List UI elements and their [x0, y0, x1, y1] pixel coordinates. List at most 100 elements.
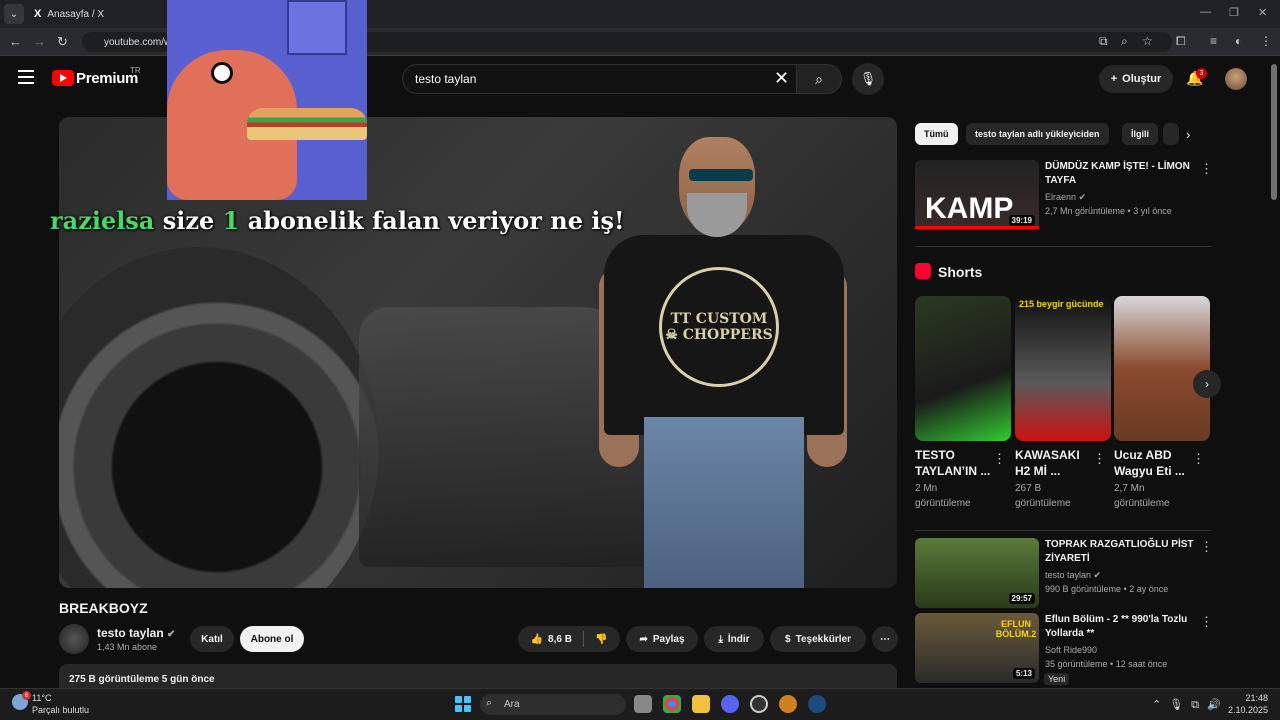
browser-tab[interactable]: X Anasayfa / X — [28, 0, 178, 28]
chip-all[interactable]: Tümü — [915, 123, 958, 145]
app-icon[interactable] — [779, 695, 797, 713]
close-window-icon[interactable]: ✕ — [1258, 6, 1267, 19]
notification-badge: 3 — [1196, 68, 1207, 79]
windows-start-icon[interactable] — [455, 696, 471, 712]
back-icon[interactable]: ← — [9, 34, 22, 49]
shorts-next-button[interactable]: › — [1193, 370, 1221, 398]
like-dislike-group: 👍 8,6 B 👎 — [518, 626, 620, 652]
related-channel[interactable]: Soft Ride990 — [1045, 643, 1097, 658]
short-views: 2,7 Mn görüntüleme — [1114, 481, 1170, 511]
video-duration: 29:57 — [1008, 593, 1035, 604]
alert-text-1: size — [162, 206, 215, 235]
zoom-icon[interactable]: ⌕ — [1121, 34, 1128, 49]
short-title[interactable]: Ucuz ABD Wagyu Eti ... — [1114, 447, 1194, 479]
related-channel[interactable]: Elraenn ✔ — [1045, 190, 1086, 205]
more-options-icon[interactable]: ⋮ — [1200, 161, 1213, 177]
join-button[interactable]: Katıl — [190, 626, 234, 652]
minimize-icon[interactable]: — — [1200, 6, 1211, 18]
channel-name[interactable]: testo taylan ✔ — [97, 626, 175, 640]
picture-frame — [287, 0, 347, 55]
related-title[interactable]: TOPRAK RAZGATLIOĞLU PİST ZİYARETİ — [1045, 538, 1195, 566]
clock-date: 2.10.2025 — [1228, 705, 1269, 715]
like-count[interactable]: 8,6 B — [548, 634, 572, 645]
short-title[interactable]: TESTO TAYLAN’IN ... — [915, 447, 995, 479]
related-meta: 2,7 Mn görüntüleme • 3 yıl önce — [1045, 206, 1172, 216]
short-title[interactable]: KAWASAKI H2 Mİ ... — [1015, 447, 1095, 479]
obs-icon[interactable] — [750, 695, 768, 713]
thanks-button[interactable]: $ Teşekkürler — [770, 626, 866, 652]
weather-widget[interactable]: 11°C Parçalı bulutlu — [12, 692, 89, 716]
tab-list-button[interactable]: ⌄ — [4, 4, 24, 24]
brand-label[interactable]: Premium — [76, 70, 138, 87]
hamburger-menu-icon[interactable] — [18, 70, 34, 84]
like-icon[interactable]: 👍 — [531, 634, 543, 645]
system-clock[interactable]: 21:48 2.10.2025 — [1228, 692, 1268, 716]
divider — [915, 530, 1211, 531]
bookmark-star-icon[interactable]: ☆ — [1142, 34, 1153, 48]
discord-icon[interactable] — [721, 695, 739, 713]
related-title[interactable]: Eflun Bölüm - 2 ** 990'la Tozlu Yollarda… — [1045, 613, 1195, 641]
search-icon: ⌕ — [486, 697, 493, 709]
chip-related[interactable]: İlgili — [1122, 123, 1158, 145]
search-button[interactable]: ⌕ — [796, 64, 842, 94]
chrome-icon[interactable] — [663, 695, 681, 713]
motorcycle-wheel — [59, 247, 379, 588]
related-channel[interactable]: testo taylan ✔ — [1045, 568, 1101, 583]
short-thumbnail[interactable]: 215 beygir gücünde — [1015, 296, 1111, 441]
page-scrollbar[interactable] — [1271, 64, 1277, 200]
video-duration: 5:13 — [1012, 668, 1035, 679]
verified-icon: ✔ — [1078, 192, 1087, 202]
profile-icon[interactable]: ◐ — [1235, 34, 1242, 48]
beaver-eye — [211, 62, 233, 84]
system-tray[interactable]: ⌃🎙⧉🔊 — [1152, 698, 1229, 712]
share-button[interactable]: ➦ Paylaş — [626, 626, 698, 652]
channel-avatar[interactable] — [59, 624, 89, 654]
related-thumbnail[interactable]: EFLUN BÖLÜM.2 5:13 — [915, 613, 1039, 683]
more-options-icon[interactable]: ⋮ — [1200, 539, 1213, 555]
related-thumbnail[interactable]: KAMP 39:19 — [915, 160, 1039, 230]
more-actions-button[interactable]: ⋯ — [872, 626, 898, 652]
alert-text-2: abonelik falan veriyor ne iş! — [247, 206, 625, 235]
chip-from-uploader[interactable]: testo taylan adlı yükleyiciden — [966, 123, 1109, 145]
extensions-icon[interactable]: ⧠ — [1176, 34, 1186, 49]
reading-list-icon[interactable]: ≡ — [1210, 34, 1217, 48]
related-meta: 990 B görüntüleme • 2 ay önce — [1045, 584, 1169, 594]
shorts-heading: Shorts — [938, 264, 983, 280]
like-divider — [582, 631, 584, 647]
more-options-icon[interactable]: ⋮ — [1093, 451, 1106, 467]
chevron-right-icon[interactable]: › — [1186, 127, 1190, 142]
cast-icon[interactable]: ⧉ — [1099, 34, 1108, 49]
download-icon: ⤓ — [718, 633, 723, 645]
short-thumbnail[interactable] — [1114, 296, 1210, 441]
subscription-alert: razielsa size 1 abonelik falan veriyor n… — [50, 206, 625, 235]
short-views-suffix: görüntüleme — [1114, 498, 1170, 509]
create-button[interactable]: + Oluştur — [1099, 65, 1173, 93]
more-options-icon[interactable]: ⋮ — [1192, 451, 1205, 467]
steam-icon[interactable] — [808, 695, 826, 713]
chip-partial[interactable] — [1163, 123, 1179, 145]
youtube-logo-icon[interactable] — [52, 70, 74, 86]
temperature: 11°C — [32, 693, 52, 703]
dislike-icon[interactable]: 👎 — [595, 634, 607, 645]
voice-search-button[interactable]: 🎙 — [852, 63, 884, 95]
search-input[interactable]: testo taylan — [402, 64, 796, 94]
download-button[interactable]: ⤓ İndir — [704, 626, 764, 652]
browser-menu-icon[interactable]: ⋮ — [1260, 34, 1272, 48]
taskbar-search[interactable]: Ara — [480, 694, 626, 715]
more-options-icon[interactable]: ⋮ — [1200, 614, 1213, 630]
account-avatar[interactable] — [1225, 68, 1247, 90]
short-views: 2 Mn görüntüleme — [915, 481, 971, 511]
super-thanks-icon: $ — [785, 633, 791, 645]
task-view-icon[interactable] — [634, 695, 652, 713]
short-thumbnail[interactable] — [915, 296, 1011, 441]
clear-search-icon[interactable]: ✕ — [774, 68, 789, 89]
related-title[interactable]: DÜMDÜZ KAMP İŞTE! - LİMON TAYFA — [1045, 160, 1195, 188]
restore-icon[interactable]: ❐ — [1229, 6, 1239, 19]
subscribe-button[interactable]: Abone ol — [240, 626, 304, 652]
forward-icon[interactable]: → — [33, 34, 46, 49]
file-explorer-icon[interactable] — [692, 695, 710, 713]
more-options-icon[interactable]: ⋮ — [993, 451, 1006, 467]
related-thumbnail[interactable]: 29:57 — [915, 538, 1039, 608]
reload-icon[interactable]: ↻ — [57, 34, 68, 50]
video-duration: 39:19 — [1008, 215, 1035, 226]
